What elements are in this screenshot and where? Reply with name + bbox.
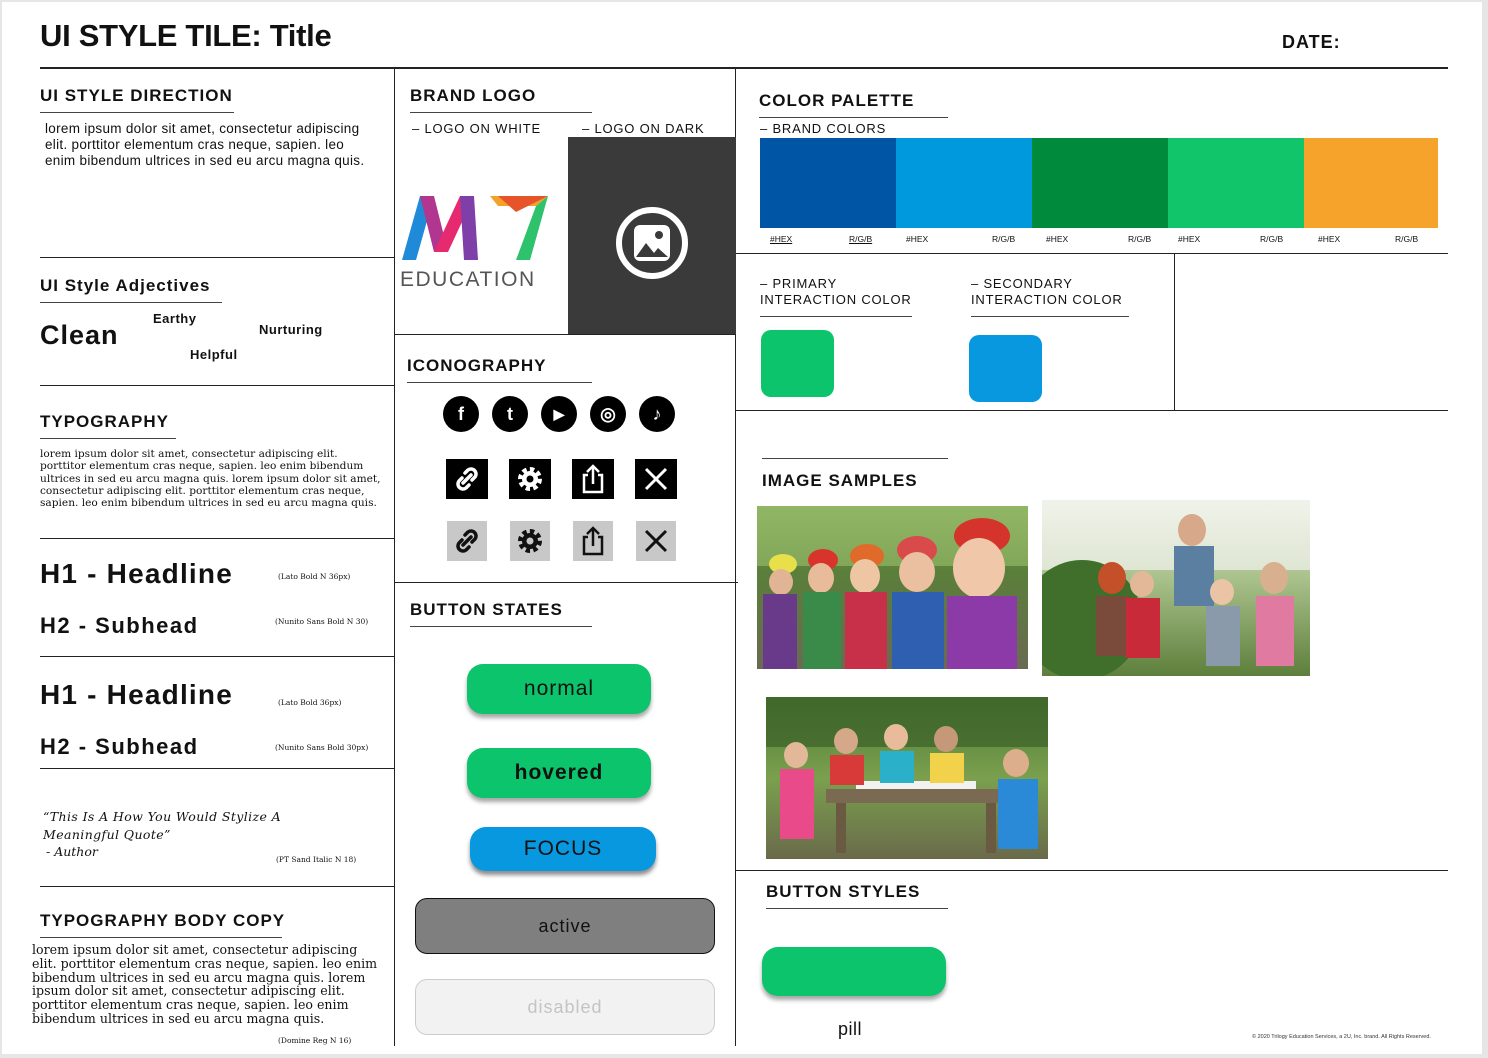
column-divider-1: [394, 68, 395, 1046]
h1-sample: H1 - Headline: [40, 558, 233, 589]
divider: [394, 334, 736, 335]
copyright-footer: © 2020 Trilogy Education Services, a 2U,…: [1252, 1034, 1431, 1040]
style-direction-heading: UI STYLE DIRECTION: [40, 86, 234, 113]
h2-font-note: (Nunito Sans Bold N 30): [275, 617, 369, 626]
share-icon[interactable]: [572, 459, 614, 499]
divider: [40, 656, 394, 657]
image-samples-rule: [762, 458, 948, 459]
brand-logo: EDUCATION: [398, 192, 558, 292]
button-hovered[interactable]: hovered: [467, 748, 651, 798]
divider: [40, 886, 394, 887]
button-states-heading: BUTTON STATES: [410, 600, 592, 627]
iconography-heading: ICONOGRAPHY: [407, 356, 592, 383]
h2-sample: H2 - Subhead: [40, 734, 199, 759]
logo-on-dark-panel: [568, 137, 736, 335]
style-tile-page: UI STYLE TILE: Title DATE: UI STYLE DIRE…: [2, 2, 1482, 1054]
quote-author: - Author: [46, 844, 98, 859]
brand-color-swatch: [1304, 138, 1438, 228]
gear-icon[interactable]: [510, 521, 550, 561]
hex-label: #HEX: [1046, 234, 1069, 244]
twitter-icon[interactable]: t: [492, 396, 528, 432]
divider: [394, 582, 738, 583]
header-divider: [40, 67, 1448, 69]
h1-sample: H1 - Headline: [40, 679, 233, 710]
pill-button[interactable]: [762, 947, 946, 996]
adjective-main: Clean: [40, 320, 119, 350]
color-palette-heading: COLOR PALETTE: [759, 91, 948, 118]
rgb-label: R/G/B: [1395, 234, 1419, 244]
hex-label: #HEX: [1178, 234, 1201, 244]
rgb-label: R/G/B: [849, 234, 873, 244]
adjective-word: Nurturing: [259, 322, 323, 337]
secondary-color-swatch: [969, 335, 1042, 402]
divider: [1174, 253, 1175, 410]
rgb-label: R/G/B: [1260, 234, 1284, 244]
h2-font-note: (Nunito Sans Bold 30px): [275, 743, 369, 752]
logo-on-dark-label: – LOGO ON DARK: [582, 121, 705, 136]
facebook-icon[interactable]: f: [443, 396, 479, 432]
divider: [736, 410, 1448, 411]
youtube-icon[interactable]: ▶: [541, 396, 577, 432]
logo-on-white-label: – LOGO ON WHITE: [412, 121, 542, 136]
pill-button-label: pill: [838, 1019, 863, 1039]
adjectives-heading: UI Style Adjectives: [40, 276, 222, 303]
link-icon[interactable]: [447, 521, 487, 561]
body-copy-heading: TYPOGRAPHY BODY COPY: [40, 911, 284, 938]
brand-color-swatch: [1032, 138, 1168, 228]
adjective-word: Earthy: [153, 311, 197, 326]
h1-font-note: (Lato Bold N 36px): [278, 572, 351, 581]
rgb-label: R/G/B: [992, 234, 1016, 244]
brand-logo-heading: BRAND LOGO: [410, 86, 592, 113]
typography-heading: TYPOGRAPHY: [40, 412, 176, 439]
logo-wordmark: EDUCATION: [400, 268, 536, 291]
divider: [40, 257, 394, 258]
typography-body: lorem ipsum dolor sit amet, consectetur …: [40, 448, 381, 510]
instagram-icon[interactable]: ◎: [590, 396, 626, 432]
h1-font-note: (Lato Bold 36px): [278, 698, 342, 707]
primary-interaction-label: – PRIMARY INTERACTION COLOR: [760, 276, 912, 317]
image-placeholder-icon: [616, 207, 688, 279]
hex-label: #HEX: [906, 234, 929, 244]
close-icon[interactable]: [635, 459, 677, 499]
divider: [40, 768, 394, 769]
sample-photo-picnic-table: [766, 697, 1048, 859]
divider: [736, 870, 1448, 871]
body-copy-font-note: (Domine Reg N 16): [278, 1036, 352, 1045]
tiktok-icon[interactable]: ♪: [639, 396, 675, 432]
close-icon[interactable]: [636, 521, 676, 561]
image-samples-heading: IMAGE SAMPLES: [762, 471, 918, 490]
divider: [40, 385, 394, 386]
gear-icon[interactable]: [509, 459, 551, 499]
button-normal[interactable]: normal: [467, 664, 651, 714]
sample-photo-kids-helmets: [757, 506, 1028, 669]
brand-colors-label: – BRAND COLORS: [760, 121, 887, 136]
rgb-label: R/G/B: [1128, 234, 1152, 244]
link-icon[interactable]: [446, 459, 488, 499]
body-copy-text: lorem ipsum dolor sit amet, consectetur …: [32, 942, 378, 1026]
quote-text: “This Is A How You Would Stylize A Meani…: [43, 809, 282, 842]
page-title: UI STYLE TILE: Title: [40, 18, 332, 53]
brand-color-swatch: [1168, 138, 1304, 228]
quote-font-note: (PT Sand Italic N 18): [276, 855, 357, 864]
h2-sample: H2 - Subhead: [40, 613, 199, 638]
adjective-word: Helpful: [190, 347, 238, 362]
hex-label: #HEX: [1318, 234, 1341, 244]
brand-color-swatch: [896, 138, 1032, 228]
date-label: DATE:: [1282, 32, 1341, 52]
logo-mark-icon: [402, 196, 548, 260]
button-styles-heading: BUTTON STYLES: [766, 882, 948, 909]
sample-photo-nature-class: [1042, 500, 1310, 676]
share-icon[interactable]: [573, 521, 613, 561]
button-disabled[interactable]: disabled: [415, 979, 715, 1035]
divider: [40, 538, 394, 539]
button-focus[interactable]: FOCUS: [470, 827, 656, 871]
brand-color-swatch: [760, 138, 896, 228]
primary-color-swatch: [761, 330, 834, 397]
button-active[interactable]: active: [415, 898, 715, 954]
style-direction-body: lorem ipsum dolor sit amet, consectetur …: [45, 121, 365, 168]
hex-label: #HEX: [770, 234, 793, 244]
divider: [736, 253, 1448, 254]
secondary-interaction-label: – SECONDARY INTERACTION COLOR: [971, 276, 1129, 317]
